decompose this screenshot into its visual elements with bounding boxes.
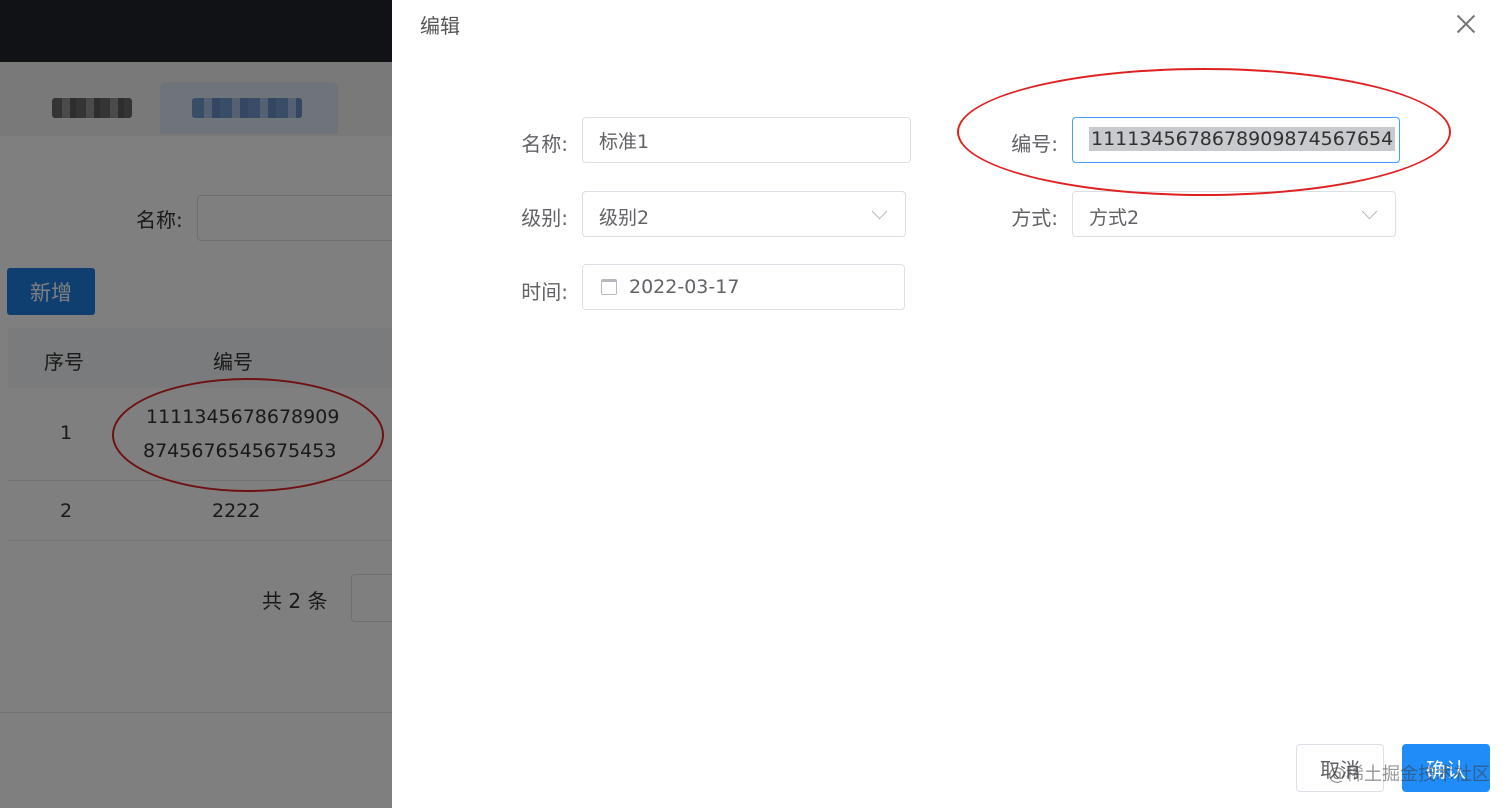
level-select[interactable]: 级别2 bbox=[582, 191, 906, 237]
code-input[interactable]: 1111345678678909874567654 bbox=[1072, 117, 1400, 163]
code-selected-text: 1111345678678909874567654 bbox=[1089, 127, 1396, 151]
close-icon[interactable] bbox=[1452, 10, 1480, 38]
code-label: 编号: bbox=[1011, 132, 1058, 156]
method-select[interactable]: 方式2 bbox=[1072, 191, 1396, 237]
method-label: 方式: bbox=[1011, 206, 1058, 230]
watermark-text: @稀土掘金技术社区 bbox=[1328, 764, 1490, 785]
time-date-picker[interactable]: 2022-03-17 bbox=[582, 264, 905, 310]
chevron-down-icon bbox=[1361, 203, 1378, 220]
drawer-title: 编辑 bbox=[420, 14, 460, 38]
method-select-value: 方式2 bbox=[1089, 207, 1140, 229]
level-label: 级别: bbox=[521, 206, 568, 230]
time-date-value: 2022-03-17 bbox=[629, 276, 740, 298]
modal-overlay[interactable] bbox=[0, 0, 392, 808]
name-input[interactable] bbox=[582, 117, 911, 163]
name-label: 名称: bbox=[521, 132, 568, 156]
edit-drawer: 编辑 名称: 编号: 1111345678678909874567654 级别:… bbox=[392, 0, 1512, 808]
calendar-icon bbox=[601, 279, 617, 295]
level-select-value: 级别2 bbox=[599, 207, 650, 229]
chevron-down-icon bbox=[871, 203, 888, 220]
time-label: 时间: bbox=[521, 280, 568, 304]
